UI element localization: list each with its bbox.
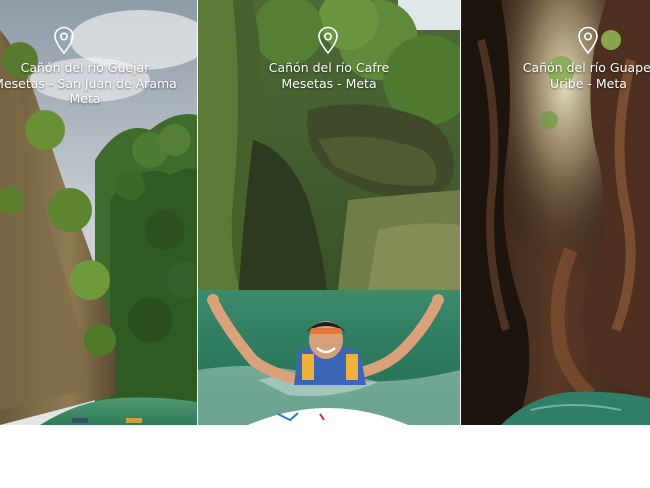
caption-line-department: Meta <box>69 91 101 106</box>
panel-guejar-canyon: Cañón del río Guejar Mesetas - San Juan … <box>0 0 197 425</box>
caption-line-municipality: Mesetas - Meta <box>281 75 377 91</box>
caption-line-place: Cañón del río Cafre <box>268 60 390 75</box>
map-pin-icon <box>578 26 598 55</box>
location-caption: Cañón del río Cafre Mesetas - Meta <box>199 60 459 91</box>
panel-cafre-canyon: Cañón del río Cafre Mesetas - Meta <box>198 0 460 425</box>
photo-collage: Cañón del río Guejar Mesetas - San Juan … <box>0 0 650 425</box>
map-pin-icon <box>318 26 338 55</box>
caption-line-municipality: Uribe - Meta <box>550 75 627 91</box>
caption-line-place: Cañón del río Guejar <box>20 60 150 75</box>
map-pin-icon <box>54 26 74 55</box>
caption-line-place: Cañón del río Guapel <box>522 60 650 75</box>
location-caption: Cañón del río Guapel Uribe - Meta <box>461 60 650 91</box>
panel-guapel-canyon: Cañón del río Guapel Uribe - Meta <box>461 0 650 425</box>
location-caption: Cañón del río Guejar Mesetas - San Juan … <box>0 60 197 107</box>
caption-line-municipality: Mesetas - San Juan de Arama <box>0 75 177 91</box>
